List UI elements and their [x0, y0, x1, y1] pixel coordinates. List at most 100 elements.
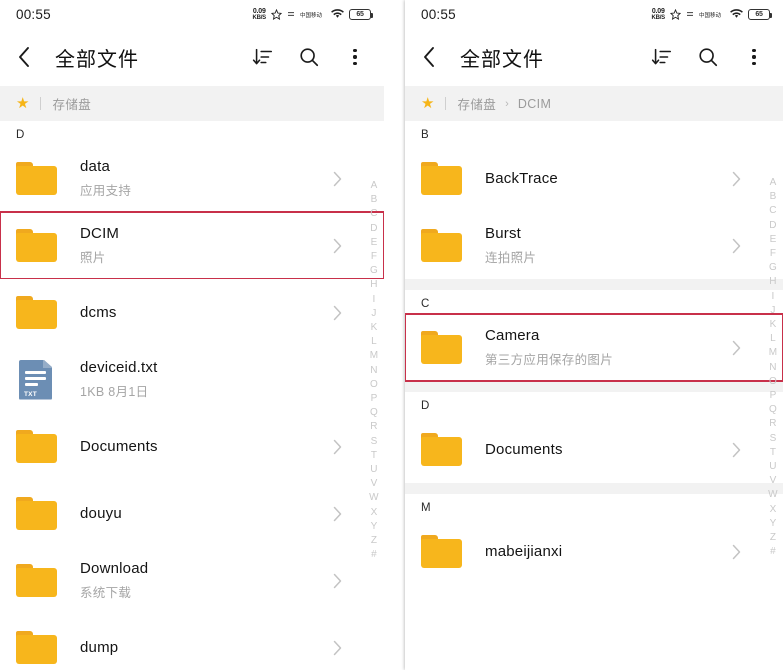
list-item[interactable]: dump — [0, 614, 384, 670]
alphabet-index-letter[interactable]: S — [367, 435, 381, 449]
list-item[interactable]: Documents — [405, 416, 783, 483]
alphabet-index-letter[interactable]: O — [367, 378, 381, 392]
alphabet-index-letter[interactable]: H — [367, 278, 381, 292]
alphabet-index-letter[interactable]: U — [367, 463, 381, 477]
alphabet-index-letter[interactable]: I — [766, 290, 780, 304]
item-text-cell: data 应用支持 — [66, 158, 328, 199]
alphabet-index-letter[interactable]: M — [766, 346, 780, 360]
alphabet-index-letter[interactable]: G — [766, 261, 780, 275]
alphabet-index-letter[interactable]: B — [367, 193, 381, 207]
alphabet-index-letter[interactable]: R — [367, 420, 381, 434]
alphabet-index-letter[interactable]: T — [766, 446, 780, 460]
alphabet-index-letter[interactable]: V — [367, 477, 381, 491]
breadcrumb-divider — [445, 97, 447, 110]
search-button[interactable] — [296, 44, 322, 70]
alphabet-index-letter[interactable]: L — [766, 332, 780, 346]
alphabet-index-letter[interactable]: W — [367, 491, 381, 505]
breadcrumb-chevron-icon: › — [505, 97, 509, 110]
alphabet-index-letter[interactable]: N — [367, 364, 381, 378]
alphabet-index-letter[interactable]: A — [367, 179, 381, 193]
list-item[interactable]: data 应用支持 — [0, 145, 384, 212]
alphabet-index-left[interactable]: A B C D E F G H I J K L M N O P Q R S T U V W X Y Z # — [367, 179, 381, 562]
breadcrumb-item-dcim[interactable]: DCIM — [518, 97, 552, 111]
back-button[interactable] — [422, 42, 448, 72]
alphabet-index-letter[interactable]: C — [766, 204, 780, 218]
alphabet-index-letter[interactable]: R — [766, 417, 780, 431]
status-bar-right: 00:55 0.09 KB/S 中国移动 65 — [405, 0, 783, 28]
alphabet-index-letter[interactable]: Y — [766, 517, 780, 531]
alphabet-index-letter[interactable]: E — [367, 236, 381, 250]
breadcrumb-item-storage[interactable]: 存储盘 — [52, 94, 91, 113]
status-icons: 0.09 KB/S 中国移动 65 — [651, 8, 772, 21]
alphabet-index-letter[interactable]: O — [766, 375, 780, 389]
list-item-camera[interactable]: Camera 第三方应用保存的图片 — [405, 313, 783, 382]
alphabet-index-letter[interactable]: Q — [766, 403, 780, 417]
alphabet-index-letter[interactable]: Y — [367, 520, 381, 534]
battery-status-icon: 65 — [349, 8, 373, 20]
alphabet-index-letter[interactable]: P — [367, 392, 381, 406]
alphabet-index-letter[interactable]: # — [766, 545, 780, 559]
alphabet-index-letter[interactable]: Z — [766, 531, 780, 545]
alphabet-index-letter[interactable]: K — [766, 318, 780, 332]
alphabet-index-letter[interactable]: A — [766, 176, 780, 190]
page-title: 全部文件 — [460, 48, 544, 71]
item-text-cell: Documents — [471, 441, 727, 458]
alphabet-index-letter[interactable]: B — [766, 190, 780, 204]
list-item[interactable]: Burst 连拍照片 — [405, 212, 783, 279]
alphabet-index-letter[interactable]: C — [367, 207, 381, 221]
star-status-icon — [670, 8, 681, 20]
alphabet-index-letter[interactable]: J — [367, 307, 381, 321]
sort-button[interactable] — [649, 44, 675, 70]
list-item[interactable]: BackTrace — [405, 145, 783, 212]
item-title: mabeijianxi — [485, 543, 563, 560]
alphabet-index-letter[interactable]: T — [367, 449, 381, 463]
alphabet-index-letter[interactable]: S — [766, 432, 780, 446]
alphabet-index-right[interactable]: A B C D E F G H I J K L M N O P Q R S T U V W X Y Z # — [766, 176, 780, 559]
search-button[interactable] — [695, 44, 721, 70]
chevron-left-icon — [19, 47, 29, 67]
list-item[interactable]: mabeijianxi — [405, 518, 783, 585]
more-options-button[interactable] — [342, 44, 368, 70]
title-bar-left: 全部文件 — [0, 28, 384, 86]
back-button[interactable] — [17, 42, 43, 72]
alphabet-index-letter[interactable]: X — [766, 503, 780, 517]
alphabet-index-letter[interactable]: # — [367, 548, 381, 562]
alphabet-index-letter[interactable]: D — [367, 222, 381, 236]
alphabet-index-letter[interactable]: G — [367, 264, 381, 278]
alphabet-index-letter[interactable]: L — [367, 335, 381, 349]
alphabet-index-letter[interactable]: Z — [367, 534, 381, 548]
alphabet-index-letter[interactable]: N — [766, 361, 780, 375]
alphabet-index-letter[interactable]: H — [766, 275, 780, 289]
list-item[interactable]: dcms — [0, 279, 384, 346]
list-item[interactable]: TXT deviceid.txt 1KB 8月1日 — [0, 346, 384, 413]
file-section-m: M mabeijianxi — [405, 494, 783, 585]
list-item[interactable]: Documents — [0, 413, 384, 480]
alphabet-index-letter[interactable]: W — [766, 488, 780, 502]
section-divider — [405, 279, 783, 290]
status-icons: 0.09 KB/S 中国移动 65 — [252, 8, 373, 21]
alphabet-index-letter[interactable]: I — [367, 293, 381, 307]
alphabet-index-letter[interactable]: V — [766, 474, 780, 488]
star-icon[interactable]: ★ — [421, 96, 434, 111]
list-item[interactable]: douyu — [0, 480, 384, 547]
sort-button[interactable] — [250, 44, 276, 70]
alphabet-index-letter[interactable]: Q — [367, 406, 381, 420]
alphabet-index-letter[interactable]: D — [766, 219, 780, 233]
item-text-cell: Documents — [66, 438, 328, 455]
star-icon[interactable]: ★ — [16, 96, 29, 111]
item-title: Camera — [485, 327, 540, 344]
alphabet-index-letter[interactable]: E — [766, 233, 780, 247]
folder-icon — [421, 433, 462, 466]
alphabet-index-letter[interactable]: F — [367, 250, 381, 264]
breadcrumb-item-storage[interactable]: 存储盘 — [457, 94, 496, 113]
alphabet-index-letter[interactable]: P — [766, 389, 780, 403]
alphabet-index-letter[interactable]: X — [367, 506, 381, 520]
alphabet-index-letter[interactable]: F — [766, 247, 780, 261]
alphabet-index-letter[interactable]: J — [766, 304, 780, 318]
list-item[interactable]: Download 系统下载 — [0, 547, 384, 614]
list-item-dcim[interactable]: DCIM 照片 — [0, 211, 384, 280]
alphabet-index-letter[interactable]: U — [766, 460, 780, 474]
more-options-button[interactable] — [741, 44, 767, 70]
alphabet-index-letter[interactable]: K — [367, 321, 381, 335]
alphabet-index-letter[interactable]: M — [367, 349, 381, 363]
